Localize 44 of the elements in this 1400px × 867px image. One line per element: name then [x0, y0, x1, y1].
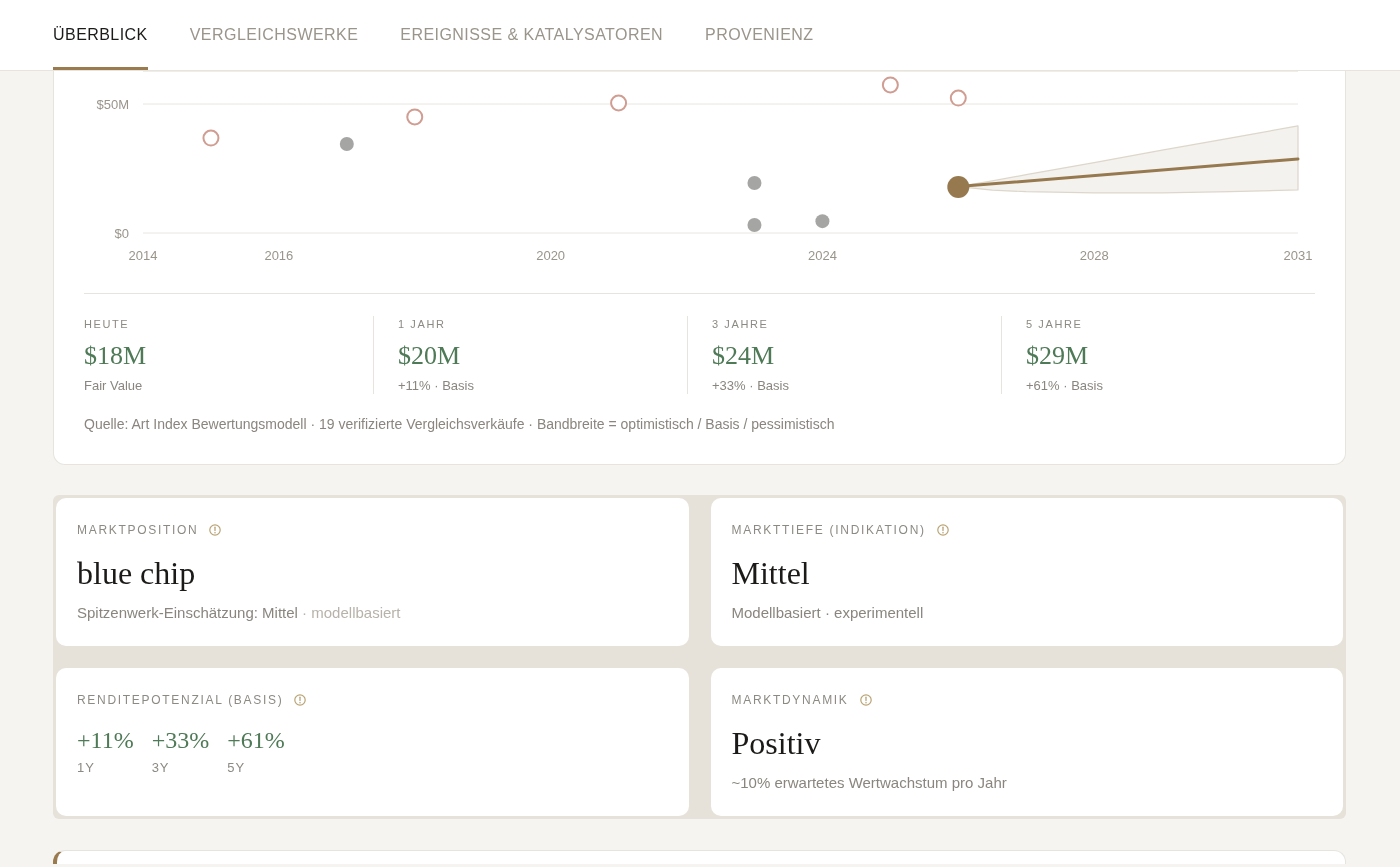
card-label: RENDITEPOTENZIAL (BASIS) — [77, 692, 284, 708]
card-label: MARKTPOSITION — [77, 522, 199, 538]
info-icon[interactable] — [209, 524, 222, 536]
axis-label: 2014 — [128, 248, 158, 263]
stat-label: HEUTE — [84, 317, 130, 331]
card-label: MARKTDYNAMIK — [731, 692, 849, 708]
card-value: Positiv — [731, 724, 821, 763]
axis-label: 2031 — [1283, 248, 1313, 263]
card-value: blue chip — [77, 554, 196, 593]
stat-note: +61% · Basis — [1026, 378, 1103, 394]
stat-value: $29M — [1026, 341, 1089, 371]
card-note: Modellbasiert · experimentell — [731, 603, 924, 623]
return-value: +33% — [151, 726, 210, 754]
info-icon[interactable] — [859, 694, 872, 706]
stat-note: +11% · Basis — [398, 378, 474, 394]
stat-label: 3 JAHRE — [712, 317, 769, 331]
tab[interactable]: VERGLEICHSWERKE — [189, 0, 359, 70]
stat-value: $24M — [712, 341, 775, 371]
axis-label: 2020 — [536, 248, 566, 263]
axis-label: $50M — [96, 96, 129, 112]
stat-label: 1 JAHR — [398, 317, 446, 331]
axis-label: 2016 — [264, 248, 294, 263]
stat-label: 5 JAHRE — [1026, 317, 1083, 331]
axis-label: $0 — [114, 225, 129, 241]
card-value: Mittel — [731, 554, 810, 593]
source-note: Quelle: Art Index Bewertungsmodell · 19 verifizierte Vergleichsverkäufe · Bandbreite = optimistisch / Basis / pessimistisch — [84, 415, 835, 433]
card-label: MARKTTIEFE (INDIKATION) — [731, 522, 926, 538]
stat-note: Fair Value — [84, 378, 143, 394]
return-value: +61% — [227, 726, 285, 754]
info-icon[interactable] — [294, 694, 307, 706]
stat-note: +33% · Basis — [712, 378, 789, 394]
stat-value: $18M — [84, 341, 147, 371]
tab[interactable]: PROVENIENZ — [705, 0, 814, 70]
return-period: 1Y — [77, 760, 95, 776]
return-period: 3Y — [151, 760, 170, 776]
return-value: +11% — [77, 726, 134, 754]
card-note: Spitzenwerk-Einschätzung: Mittel · modellbasiert — [77, 603, 401, 623]
stat-value: $20M — [398, 341, 461, 371]
info-icon[interactable] — [936, 524, 949, 536]
axis-label: 2028 — [1079, 248, 1109, 263]
return-period: 5Y — [227, 760, 246, 776]
tab[interactable]: EREIGNISSE & KATALYSATOREN — [400, 0, 664, 70]
card-note: ~10% erwartetes Wertwachstum pro Jahr — [731, 773, 1007, 793]
axis-label: 2024 — [807, 248, 837, 263]
